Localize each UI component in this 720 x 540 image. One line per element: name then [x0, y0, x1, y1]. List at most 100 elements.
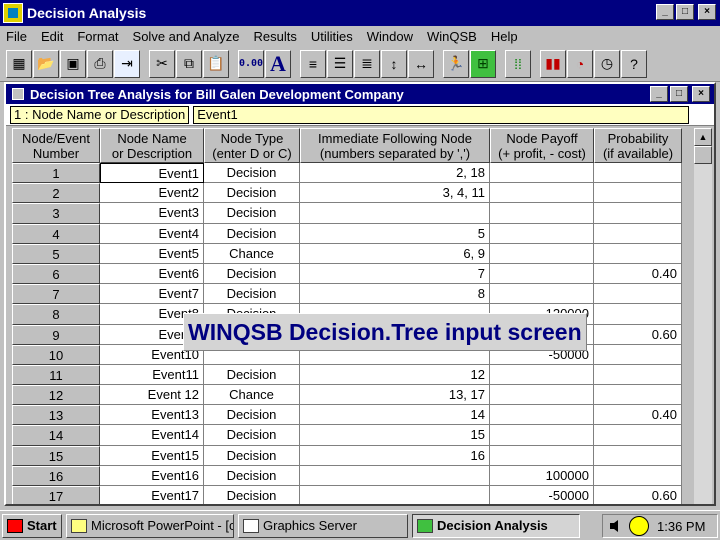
table-cell[interactable]: Chance [204, 385, 300, 406]
table-cell[interactable] [300, 203, 490, 224]
speaker-icon[interactable] [609, 519, 625, 533]
copy-icon[interactable]: ⧉ [176, 49, 202, 78]
table-cell[interactable]: Event14 [100, 425, 204, 446]
table-cell[interactable]: Event15 [100, 445, 204, 466]
menu-window[interactable]: Window [367, 29, 413, 44]
table-cell[interactable] [594, 163, 682, 184]
number-format-icon[interactable]: 0.00 [238, 49, 264, 78]
table-cell[interactable]: Event13 [100, 405, 204, 426]
row-number-cell[interactable]: 11 [12, 364, 100, 386]
table-cell[interactable]: Decision [204, 203, 300, 224]
table-cell[interactable]: Decision [204, 263, 300, 285]
table-cell[interactable] [594, 385, 682, 406]
table-cell[interactable]: Event17 [100, 486, 204, 504]
table-cell[interactable]: -50000 [490, 486, 594, 504]
table-cell[interactable] [594, 203, 682, 224]
table-cell[interactable]: Decision [204, 284, 300, 305]
menu-file[interactable]: File [6, 29, 27, 44]
menu-format[interactable]: Format [77, 29, 118, 44]
table-cell[interactable] [490, 223, 594, 244]
table-cell[interactable]: Event7 [100, 284, 204, 305]
table-cell[interactable] [594, 223, 682, 244]
table-cell[interactable]: 16 [300, 445, 490, 466]
row-number-cell[interactable]: 13 [12, 405, 100, 426]
row-number-cell[interactable]: 16 [12, 465, 100, 486]
align-center-icon[interactable]: ☰ [327, 49, 353, 78]
row-number-cell[interactable]: 14 [12, 425, 100, 446]
table-cell[interactable]: Event16 [100, 465, 204, 486]
table-cell[interactable]: 5 [300, 223, 490, 244]
table-cell[interactable]: 2, 18 [300, 163, 490, 184]
sub-close-button[interactable]: × [692, 86, 710, 102]
row-number-cell[interactable]: 15 [12, 445, 100, 466]
table-cell[interactable]: 14 [300, 405, 490, 426]
table-cell[interactable]: Event11 [100, 364, 204, 386]
font-icon[interactable]: A [265, 49, 291, 78]
table-cell[interactable]: Decision [204, 465, 300, 486]
table-cell[interactable] [490, 385, 594, 406]
row-number-cell[interactable]: 12 [12, 385, 100, 406]
table-cell[interactable] [490, 445, 594, 466]
maximize-button[interactable]: □ [676, 4, 694, 20]
sub-minimize-button[interactable]: _ [650, 86, 668, 102]
taskbar-powerpoint[interactable]: Microsoft PowerPoint - [c... [66, 513, 234, 538]
table-cell[interactable]: Decision [204, 223, 300, 244]
open-folder-icon[interactable]: 📂 [33, 49, 59, 78]
scroll-up-icon[interactable]: ▲ [694, 128, 712, 146]
table-cell[interactable]: 13, 17 [300, 385, 490, 406]
table-cell[interactable]: 12 [300, 364, 490, 386]
menu-edit[interactable]: Edit [41, 29, 63, 44]
table-cell[interactable] [594, 445, 682, 466]
clock-icon[interactable]: ◷ [594, 49, 620, 78]
row-number-cell[interactable]: 17 [12, 486, 100, 504]
save-icon[interactable]: ▣ [60, 49, 86, 78]
table-cell[interactable]: 3, 4, 11 [300, 183, 490, 204]
cut-icon[interactable]: ✂ [149, 49, 175, 78]
start-button[interactable]: Start [2, 513, 62, 538]
table-cell[interactable]: Decision [204, 445, 300, 466]
column-header[interactable]: Node Name or Description [100, 128, 204, 163]
close-button[interactable]: × [698, 4, 716, 20]
table-cell[interactable] [594, 465, 682, 486]
table-cell[interactable]: 6, 9 [300, 243, 490, 264]
table-cell[interactable]: Chance [204, 243, 300, 264]
exit-door-icon[interactable]: ⇥ [114, 49, 140, 78]
table-cell[interactable]: 0.60 [594, 324, 682, 345]
table-cell[interactable]: 15 [300, 425, 490, 446]
table-cell[interactable]: 7 [300, 263, 490, 285]
solve-runner-icon[interactable]: 🏃 [443, 49, 469, 78]
menu-results[interactable]: Results [254, 29, 297, 44]
row-number-cell[interactable]: 8 [12, 304, 100, 325]
menu-winqsb[interactable]: WinQSB [427, 29, 477, 44]
print-icon[interactable]: ⎙ [87, 49, 113, 78]
align-right-icon[interactable]: ≣ [354, 49, 380, 78]
row-height-icon[interactable]: ↕ [381, 49, 407, 78]
table-cell[interactable] [300, 465, 490, 486]
menu-solve-and-analyze[interactable]: Solve and Analyze [133, 29, 240, 44]
table-cell[interactable]: Event 12 [100, 385, 204, 406]
pie-chart-icon[interactable]: ◔ [567, 49, 593, 78]
column-width-icon[interactable]: ↔ [408, 49, 434, 78]
table-cell[interactable] [594, 243, 682, 264]
row-number-cell[interactable]: 2 [12, 183, 100, 204]
table-cell[interactable]: Decision [204, 163, 300, 184]
column-header[interactable]: Immediate Following Node (numbers separat… [300, 128, 490, 163]
table-cell[interactable]: Decision [204, 364, 300, 386]
smiley-icon[interactable] [629, 516, 649, 536]
table-cell[interactable] [490, 364, 594, 386]
table-cell[interactable]: 0.40 [594, 263, 682, 285]
table-cell[interactable]: Decision [204, 405, 300, 426]
table-cell[interactable] [594, 304, 682, 325]
table-cell[interactable]: 0.60 [594, 486, 682, 504]
table-cell[interactable] [594, 183, 682, 204]
table-cell[interactable] [490, 203, 594, 224]
column-header[interactable]: Node Type (enter D or C) [204, 128, 300, 163]
table-cell[interactable]: Decision [204, 425, 300, 446]
taskbar-graphics-server[interactable]: Graphics Server [238, 513, 408, 538]
taskbar-decision-analysis[interactable]: Decision Analysis [412, 513, 580, 538]
table-cell[interactable] [594, 364, 682, 386]
table-cell[interactable]: 8 [300, 284, 490, 305]
table-cell[interactable]: Decision [204, 183, 300, 204]
row-number-cell[interactable]: 9 [12, 324, 100, 345]
table-cell[interactable] [594, 425, 682, 446]
